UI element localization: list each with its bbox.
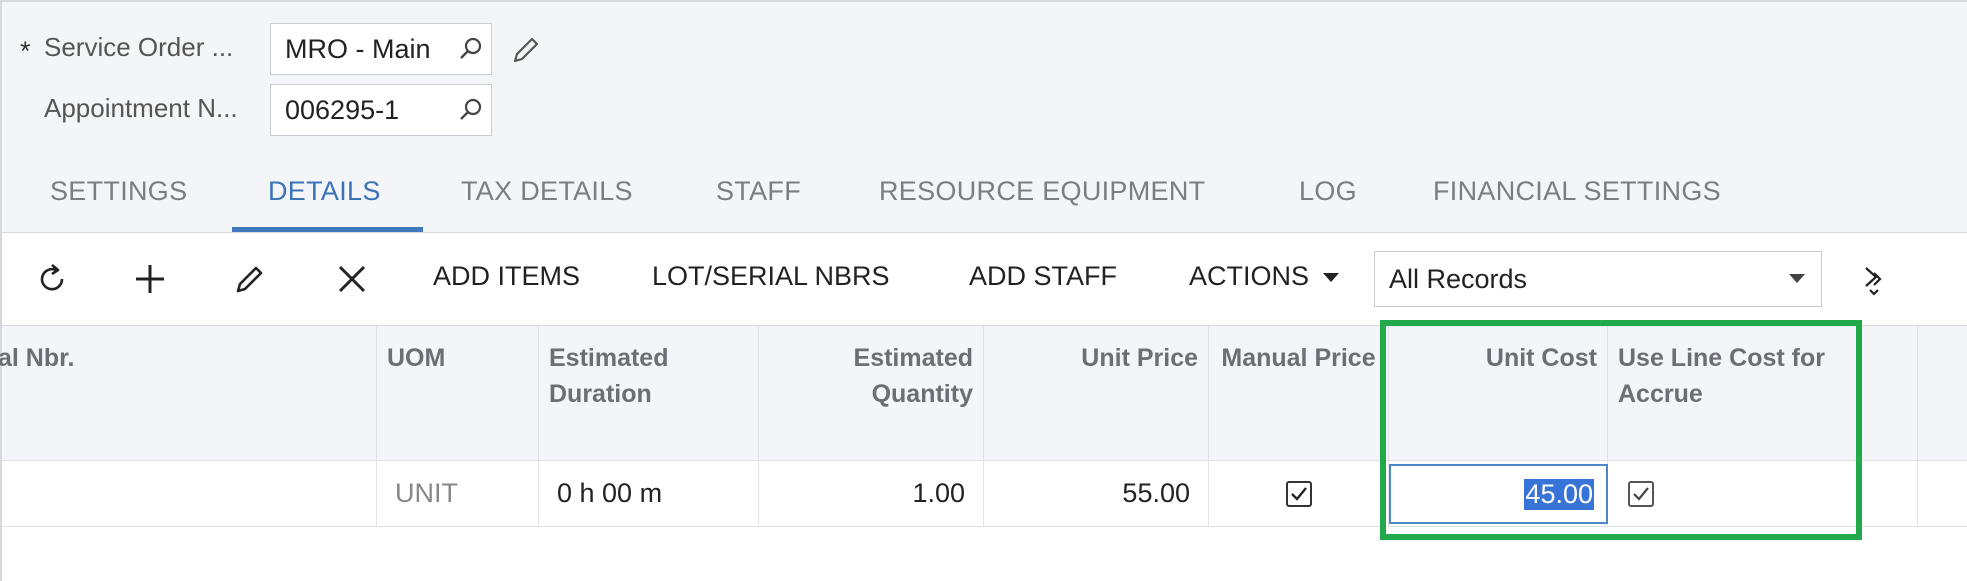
cell-manual-price[interactable] xyxy=(1209,461,1389,527)
tab-settings[interactable]: SETTINGS xyxy=(50,160,187,233)
actions-button[interactable]: ACTIONS xyxy=(1189,261,1339,292)
required-marker: * xyxy=(20,36,31,66)
chevron-down-icon xyxy=(1322,272,1339,282)
column-header-uom[interactable]: UOM xyxy=(377,326,539,461)
tab-bar: SETTINGS DETAILS TAX DETAILS STAFF RESOU… xyxy=(0,160,1967,233)
service-order-label: Service Order ... xyxy=(44,32,234,62)
service-order-value: MRO - Main xyxy=(285,33,431,64)
appointment-field[interactable]: 006295-1 xyxy=(270,84,492,136)
tab-financial-settings[interactable]: FINANCIAL SETTINGS xyxy=(1433,160,1721,233)
chevron-down-icon[interactable] xyxy=(1773,255,1821,303)
cell-estimated-duration[interactable]: 0 h 00 m xyxy=(539,461,759,527)
add-icon[interactable] xyxy=(128,257,172,301)
column-header-estimated-duration[interactable]: Estimated Duration xyxy=(539,326,759,461)
refresh-icon[interactable] xyxy=(30,257,74,301)
column-header-estimated-quantity[interactable]: Estimated Quantity xyxy=(759,326,984,461)
add-staff-button[interactable]: ADD STAFF xyxy=(969,261,1117,292)
manual-price-checkbox[interactable] xyxy=(1285,480,1312,507)
cell-use-line-cost-for-accrue[interactable] xyxy=(1608,461,1918,527)
tab-staff[interactable]: STAFF xyxy=(716,160,801,233)
column-header-unit-price[interactable]: Unit Price xyxy=(984,326,1209,461)
edit-icon[interactable] xyxy=(228,257,272,301)
cell-estimated-quantity[interactable]: 1.00 xyxy=(759,461,984,527)
grid-toolbar: ADD ITEMS LOT/SERIAL NBRS ADD STAFF ACTI… xyxy=(0,233,1967,325)
records-filter-select[interactable]: All Records xyxy=(1374,251,1822,307)
unit-cost-input[interactable]: 45.00 xyxy=(1389,464,1608,524)
add-items-button[interactable]: ADD ITEMS xyxy=(433,261,580,292)
tab-tax-details[interactable]: TAX DETAILS xyxy=(461,160,633,233)
tab-details[interactable]: DETAILS xyxy=(268,160,381,233)
cell-unit-price[interactable]: 55.00 xyxy=(984,461,1209,527)
delete-icon[interactable] xyxy=(330,257,374,301)
search-icon[interactable] xyxy=(451,29,491,69)
cell-serial-nbr[interactable] xyxy=(2,461,377,527)
service-order-field[interactable]: MRO - Main xyxy=(270,23,492,75)
search-icon[interactable] xyxy=(451,90,491,130)
tab-resource-equipment[interactable]: RESOURCE EQUIPMENT xyxy=(879,160,1205,233)
checkmark-icon xyxy=(1290,486,1307,501)
appointment-label: Appointment N... xyxy=(44,93,238,123)
actions-label: ACTIONS xyxy=(1189,261,1310,291)
column-header-manual-price[interactable]: Manual Price xyxy=(1209,326,1389,461)
unit-cost-selected-value: 45.00 xyxy=(1524,478,1594,510)
column-header-use-line-cost-for-accrue[interactable]: Use Line Cost for Accrue xyxy=(1608,326,1918,461)
cell-uom[interactable]: UNIT xyxy=(377,461,539,527)
more-icon[interactable] xyxy=(1852,257,1896,301)
checkmark-icon xyxy=(1633,486,1649,501)
column-header-empty xyxy=(1918,326,1967,461)
edit-pencil-icon[interactable] xyxy=(508,32,544,68)
column-header-unit-cost[interactable]: Unit Cost xyxy=(1389,326,1608,461)
cell-empty xyxy=(1918,461,1967,527)
details-grid: al Nbr. UOM Estimated Duration Estimated… xyxy=(0,325,1967,581)
column-header-serial-nbr[interactable]: al Nbr. xyxy=(0,326,377,461)
appointment-value: 006295-1 xyxy=(285,94,400,125)
records-filter-value: All Records xyxy=(1389,263,1528,294)
tab-log[interactable]: LOG xyxy=(1299,160,1357,233)
use-line-cost-checkbox[interactable] xyxy=(1628,480,1654,507)
lot-serial-nbrs-button[interactable]: LOT/SERIAL NBRS xyxy=(652,261,890,292)
